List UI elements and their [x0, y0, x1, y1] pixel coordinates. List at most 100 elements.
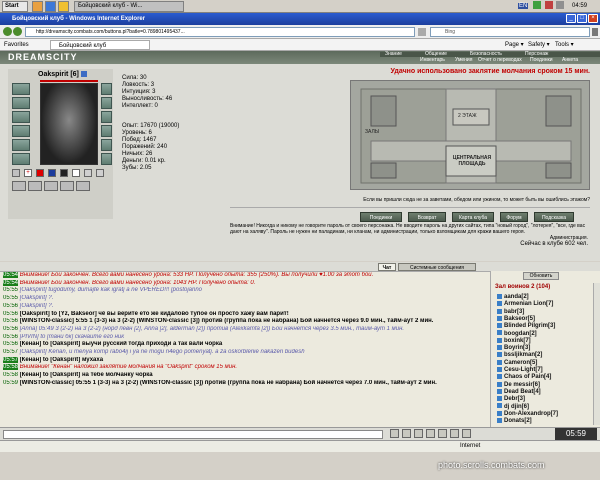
refresh-button[interactable]: Обновить [523, 272, 559, 280]
spell-slot-5[interactable] [76, 181, 90, 191]
close-button[interactable]: × [588, 14, 598, 23]
refresh-icon[interactable] [418, 28, 426, 36]
private-message-icon[interactable] [497, 418, 502, 424]
private-message-icon[interactable] [497, 293, 502, 299]
private-message-icon[interactable] [497, 315, 502, 321]
chat-log[interactable]: 05:54 Внимание! Бой закончен. Всего вами… [0, 271, 490, 427]
filter-icon[interactable] [414, 429, 423, 438]
back-icon[interactable] [3, 27, 12, 36]
sound-icon[interactable] [438, 429, 447, 438]
private-message-icon[interactable] [497, 410, 502, 416]
fights-button[interactable]: Поединки [360, 212, 402, 222]
gem-icon[interactable] [96, 169, 104, 177]
forum-button[interactable]: Форум [500, 212, 528, 222]
rune-icon[interactable] [60, 169, 68, 177]
tab-system-messages[interactable]: Системные сообщения [398, 263, 476, 271]
player-name[interactable]: Chaos of Pain[4] [504, 374, 551, 380]
spell-slot-1[interactable] [12, 181, 26, 191]
info-icon[interactable] [80, 71, 87, 78]
player-name[interactable]: Don-Alexandrop[7] [504, 411, 558, 417]
chat-input[interactable] [3, 430, 383, 439]
private-message-icon[interactable] [497, 308, 502, 314]
map-label-floor2[interactable]: 2 ЭТАЖ [458, 113, 477, 119]
chat-time[interactable]: 05:55 [3, 295, 18, 301]
nav-knowledge[interactable]: Знание [385, 51, 402, 57]
safety-menu[interactable]: Safety ▾ [528, 39, 550, 51]
character-name[interactable]: Oakspirit [38, 71, 68, 78]
player-list-scrollbar[interactable] [593, 283, 600, 425]
spell-slot-4[interactable] [60, 181, 74, 191]
gloves-slot[interactable] [101, 125, 112, 137]
player-name[interactable]: Armenian Lion[7] [504, 301, 553, 307]
private-message-icon[interactable] [497, 330, 502, 336]
minimize-button[interactable]: _ [566, 14, 576, 23]
search-go-icon[interactable] [592, 28, 598, 36]
private-message-icon[interactable] [497, 403, 502, 409]
player-name[interactable]: Boyrin[3] [504, 345, 530, 351]
nav-skills[interactable]: Умения [455, 57, 472, 63]
player-name[interactable]: Cesu-Light[7] [504, 367, 543, 373]
search-input[interactable]: Bing [430, 27, 590, 37]
private-message-icon[interactable] [497, 337, 502, 343]
scroll-icon[interactable] [48, 169, 56, 177]
private-message-icon[interactable] [497, 374, 502, 380]
player-name[interactable]: babr[3] [504, 309, 524, 315]
potion-icon[interactable] [12, 169, 20, 177]
nav-profile[interactable]: Анкета [562, 57, 578, 63]
armor-slot[interactable] [12, 125, 30, 137]
nav-transfers[interactable]: Отчет о переводах [478, 57, 522, 63]
earring-slot[interactable] [101, 83, 112, 95]
chat-time[interactable]: 05:59 [3, 380, 18, 386]
player-name[interactable]: boxink[7] [504, 338, 531, 344]
player-name[interactable]: aanda[2] [504, 294, 529, 300]
private-message-icon[interactable] [497, 359, 502, 365]
spell-slot-3[interactable] [44, 181, 58, 191]
firefox-quicklaunch-icon[interactable] [32, 1, 43, 12]
tab-chat[interactable]: Чат [378, 263, 396, 271]
boots-slot[interactable] [101, 153, 112, 165]
chat-time[interactable]: 05:54 [3, 279, 19, 286]
club-map[interactable]: 2 ЭТАЖ ЗАЛЫ ЦЕНТРАЛЬНАЯ ПЛОЩАДЬ [350, 80, 590, 190]
volume-tray-icon[interactable] [556, 1, 565, 10]
weapon-slot[interactable] [12, 111, 30, 123]
private-message-icon[interactable] [497, 381, 502, 387]
hint-button[interactable]: Подсказка [534, 212, 574, 222]
nav-fights[interactable]: Поединки [530, 57, 553, 63]
ie-quicklaunch-icon[interactable] [45, 1, 56, 12]
private-message-icon[interactable] [497, 323, 502, 329]
chat-time[interactable]: 05:58 [3, 372, 18, 378]
chat-time[interactable]: 05:54 [3, 272, 19, 278]
player-name[interactable]: bssljikman[2] [504, 352, 542, 358]
chat-time[interactable]: 05:58 [3, 364, 19, 371]
player-name[interactable]: boogdan[2] [504, 331, 537, 337]
amulet-slot[interactable] [12, 97, 30, 109]
heal-icon[interactable]: + [24, 169, 32, 177]
taskbar-window-button[interactable]: Бойцовский клуб - Wi... [74, 1, 184, 12]
nav-inventory[interactable]: Инвентарь [420, 57, 445, 63]
smile-icon[interactable] [390, 429, 399, 438]
chat-time[interactable]: 05:56 [3, 311, 18, 317]
map-label-halls[interactable]: ЗАЛЫ [365, 129, 379, 135]
chat-time[interactable]: 05:56 [3, 318, 18, 324]
necklace-slot[interactable] [101, 97, 112, 109]
helmet-slot[interactable] [12, 83, 30, 95]
maximize-button[interactable]: □ [577, 14, 587, 23]
chat-time[interactable]: 05:57 [3, 349, 18, 355]
chat-time[interactable]: 05:55 [3, 287, 18, 293]
tools-menu[interactable]: Tools ▾ [555, 39, 574, 51]
player-name[interactable]: Cameron[5] [504, 360, 537, 366]
cloth-icon[interactable] [72, 169, 80, 177]
belt-slot[interactable] [12, 139, 30, 151]
private-message-icon[interactable] [497, 345, 502, 351]
chat-time[interactable]: 05:56 [3, 326, 18, 332]
translit-icon[interactable] [426, 429, 435, 438]
club-map-button[interactable]: Карта клуба [452, 212, 494, 222]
address-input[interactable]: http://dreamscity.combats.com/buttons.pl… [25, 27, 415, 37]
language-indicator[interactable]: EN [518, 3, 529, 9]
ring-slot[interactable] [12, 153, 30, 165]
exit-icon[interactable] [462, 429, 471, 438]
antivirus-tray-icon[interactable] [544, 1, 553, 10]
spell-slot-2[interactable] [28, 181, 42, 191]
browser-tab[interactable]: Бойцовский клуб [50, 40, 150, 50]
ring-icon[interactable] [84, 169, 92, 177]
